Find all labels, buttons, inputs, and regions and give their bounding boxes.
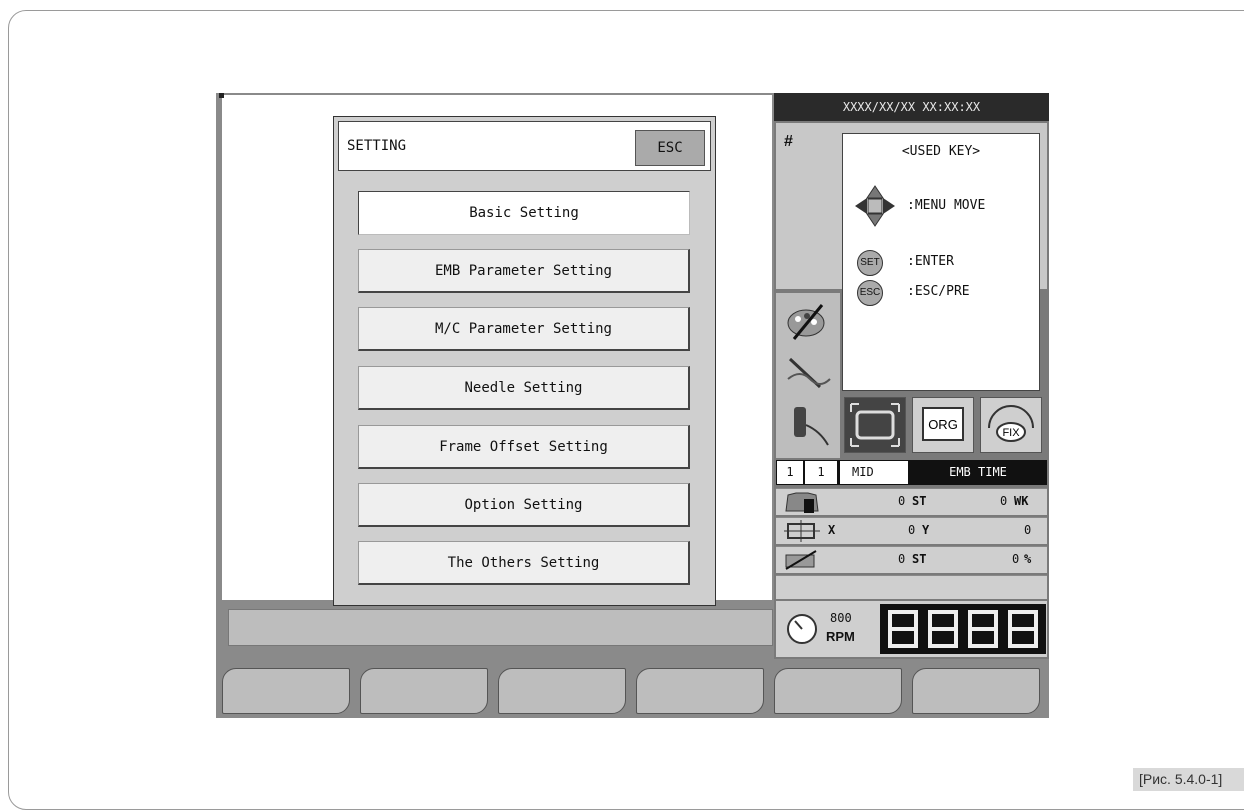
esc-button[interactable]: ESC <box>635 130 705 166</box>
arrow-keys-icon <box>855 185 895 227</box>
esc-key-icon: ESC <box>857 280 883 306</box>
soft-key-1[interactable] <box>222 668 350 714</box>
rpm-value: 800 <box>830 611 852 625</box>
soft-key-3[interactable] <box>498 668 626 714</box>
right-info-panel: XXXX/XX/XX XX:XX:XX # <USED KEY>:MENU M… <box>774 93 1049 659</box>
segment-digit-1 <box>888 610 918 648</box>
stitch-count-row: 0 ST 0 WK <box>776 488 1047 515</box>
machine-screen: SETTING ESC Basic Setting EMB Parameter … <box>216 93 1049 718</box>
fix-shape-icon: FIX <box>988 405 1034 442</box>
progress-row: 0 ST 0 % <box>776 546 1047 573</box>
menu-item-the-others-setting[interactable]: The Others Setting <box>358 541 690 585</box>
st2-unit: ST <box>912 552 927 566</box>
shirt-icon <box>785 492 819 513</box>
emb-time-label: EMB TIME <box>949 465 1007 479</box>
palette-icon[interactable] <box>780 297 836 345</box>
wk-unit: WK <box>1014 494 1029 508</box>
thread-icon[interactable] <box>780 401 836 449</box>
soft-key-6[interactable] <box>912 668 1040 714</box>
rpm-unit: RPM <box>826 629 855 644</box>
soft-key-2[interactable] <box>360 668 488 714</box>
used-key-title: <USED KEY> <box>901 144 981 159</box>
org-icon[interactable]: ORG <box>912 397 974 453</box>
soft-key-4[interactable] <box>636 668 764 714</box>
esc-pre-label: :ESC/PRE <box>907 284 970 299</box>
speed-row: 800 RPM <box>776 601 1047 657</box>
fix-label: FIX <box>1002 427 1020 439</box>
speed-gauge-icon <box>787 614 817 644</box>
segment-digit-4 <box>1008 610 1038 648</box>
frame-icon[interactable] <box>844 397 906 453</box>
seven-segment-display <box>880 604 1046 654</box>
x-value: 0 <box>908 523 916 537</box>
soft-key-5[interactable] <box>774 668 902 714</box>
needle-icon[interactable] <box>780 349 836 397</box>
org-label: ORG <box>928 417 958 432</box>
wk-value: 0 <box>1000 494 1008 508</box>
segment-digit-3 <box>968 610 998 648</box>
segment-digit-2 <box>928 610 958 648</box>
status-row: 1 1 MID EMB TIME <box>776 460 1047 485</box>
frame-icon-row: ORG FIX <box>842 393 1049 458</box>
menu-move-label: :MENU MOVE <box>907 198 986 213</box>
date-time-display: XXXX/XX/XX XX:XX:XX <box>774 93 1049 121</box>
progress-icon <box>785 550 817 570</box>
enter-label: :ENTER <box>907 254 954 269</box>
menu-item-emb-parameter-setting[interactable]: EMB Parameter Setting <box>358 249 690 293</box>
used-key-box: <USED KEY> :MENU MOVE SET :ENTER ESC :ES… <box>842 133 1040 391</box>
setting-dialog: SETTING ESC Basic Setting EMB Parameter … <box>333 116 716 606</box>
set-key-icon: SET <box>857 250 883 276</box>
fix-icon[interactable]: FIX <box>980 397 1042 453</box>
pct-unit: % <box>1024 552 1032 566</box>
menu-item-mc-parameter-setting[interactable]: M/C Parameter Setting <box>358 307 690 351</box>
st2-value: 0 <box>898 552 906 566</box>
mid-label: MID <box>840 461 908 484</box>
org-shape-icon: ORG <box>922 407 964 441</box>
xy-position-row: X 0 Y 0 <box>776 517 1047 544</box>
frame-shape-icon <box>850 403 900 447</box>
design-counter-2: 1 <box>805 461 837 484</box>
menu-item-needle-setting[interactable]: Needle Setting <box>358 366 690 410</box>
frame-xy-icon <box>784 520 820 542</box>
y-label: Y <box>922 523 930 537</box>
spacer-row <box>776 575 1047 599</box>
y-value: 0 <box>1024 523 1032 537</box>
pct-value: 0 <box>1012 552 1020 566</box>
menu-item-frame-offset-setting[interactable]: Frame Offset Setting <box>358 425 690 469</box>
corner-mark <box>219 93 224 98</box>
dialog-header: SETTING ESC <box>338 121 711 171</box>
x-label: X <box>828 523 836 537</box>
message-bar <box>228 609 773 646</box>
menu-item-option-setting[interactable]: Option Setting <box>358 483 690 527</box>
function-icon-column <box>776 293 840 458</box>
st-value: 0 <box>898 494 906 508</box>
design-counter-1: 1 <box>777 461 803 484</box>
soft-key-bar <box>216 659 1049 718</box>
menu-item-basic-setting[interactable]: Basic Setting <box>358 191 690 235</box>
figure-caption: [Рис. 5.4.0-1] <box>1133 768 1244 791</box>
dialog-title: SETTING <box>347 138 407 154</box>
hash-label: # <box>784 133 793 150</box>
st-unit: ST <box>912 494 927 508</box>
